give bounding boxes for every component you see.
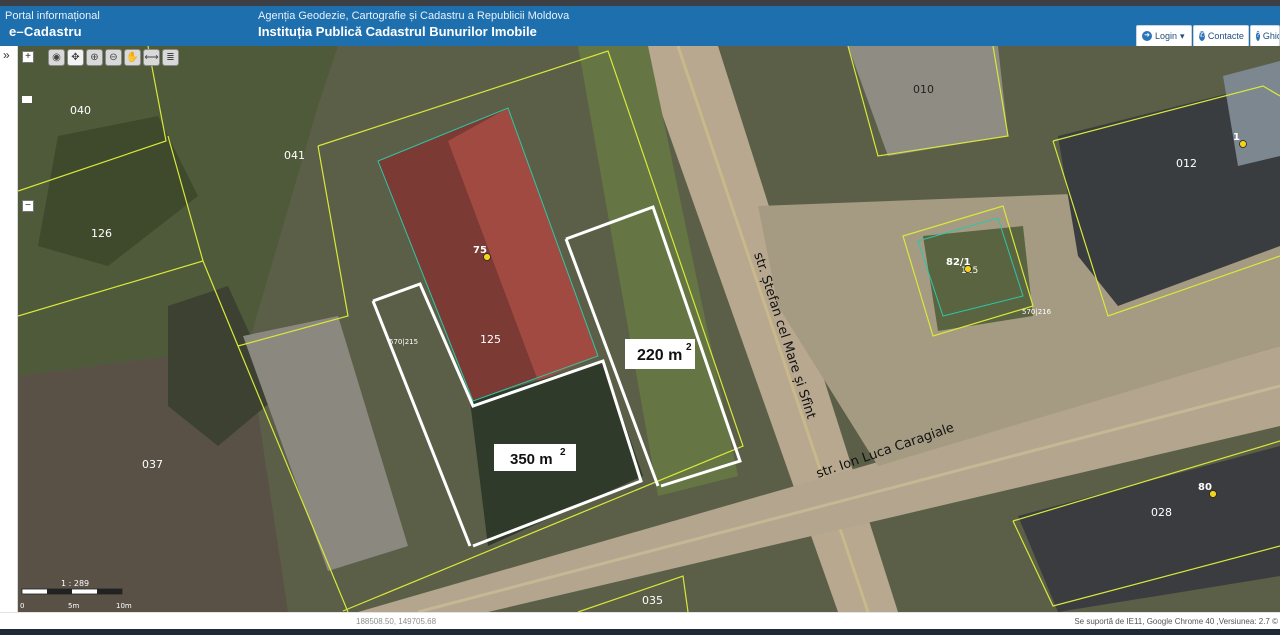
login-button[interactable]: ➜ Login ▾ xyxy=(1136,25,1192,47)
parcel-label-010[interactable]: 010 xyxy=(913,83,934,96)
pan-icon[interactable]: ✥ xyxy=(67,49,84,66)
globe-icon[interactable]: ◉ xyxy=(48,49,65,66)
expand-panel-icon[interactable]: » xyxy=(3,48,10,62)
parcel-label-125[interactable]: 125 xyxy=(480,333,501,346)
area-350-value: 350 m xyxy=(510,451,553,468)
layers-icon[interactable]: ≣ xyxy=(162,49,179,66)
portal-label: Portal informațional xyxy=(5,10,100,22)
aerial-yard-82 xyxy=(923,226,1033,331)
cadastral-code-570215: 570|215 xyxy=(389,338,418,346)
window-bottom-strip xyxy=(0,629,1280,635)
zoom-slider-handle[interactable] xyxy=(22,96,32,103)
scale-tick-5: 5m xyxy=(68,602,79,610)
zoom-out-icon[interactable]: ⊖ xyxy=(105,49,122,66)
left-panel-bar: » xyxy=(0,46,18,612)
area-220-value: 220 m xyxy=(637,347,682,364)
zoom-out-button[interactable]: − xyxy=(22,200,34,212)
status-bar: 188508.50, 149705.68 Se suportă de IE11,… xyxy=(0,612,1280,629)
app-header: Portal informațional e–Cadastru Agenția … xyxy=(0,6,1280,47)
browser-support-note: Se suportă de IE11, Google Chrome 40 ,Ve… xyxy=(1074,617,1278,626)
zoom-in-button[interactable]: + xyxy=(22,51,34,63)
hand-icon[interactable]: ✋ xyxy=(124,49,141,66)
contacts-label: Contacte xyxy=(1207,31,1244,41)
contacts-button[interactable]: ✆ Contacte xyxy=(1193,25,1249,47)
guide-button[interactable]: ? Ghid xyxy=(1250,25,1280,47)
address-label-82: 82/1 xyxy=(946,257,971,268)
address-label-1: 1 xyxy=(1233,132,1240,143)
help-icon: ? xyxy=(1256,31,1260,41)
map-view[interactable]: 220 m 2 350 m 2 040 041 126 037 125 035 … xyxy=(18,46,1280,612)
cursor-coordinates: 188508.50, 149705.68 xyxy=(356,617,437,626)
login-label: Login xyxy=(1155,31,1178,41)
address-label-75: 75 xyxy=(473,245,487,256)
parcel-label-041[interactable]: 041 xyxy=(284,149,305,162)
scale-tick-10: 10m xyxy=(116,602,132,610)
chevron-down-icon: ▾ xyxy=(1180,30,1185,41)
parcel-label-040[interactable]: 040 xyxy=(70,104,91,117)
zoom-in-icon[interactable]: ⊕ xyxy=(86,49,103,66)
scale-bar-seg-2 xyxy=(97,589,122,594)
address-label-80: 80 xyxy=(1198,482,1212,493)
map-canvas[interactable]: 220 m 2 350 m 2 040 041 126 037 125 035 … xyxy=(18,46,1280,612)
scale-ratio: 1 : 289 xyxy=(61,579,89,588)
guide-label: Ghid xyxy=(1262,31,1279,41)
institution-name: Instituția Publică Cadastrul Bunurilor I… xyxy=(258,24,537,39)
parcel-label-037[interactable]: 037 xyxy=(142,458,163,471)
cadastral-code-570216: 570|216 xyxy=(1022,308,1052,316)
scale-bar-seg-1 xyxy=(47,589,72,594)
area-220-exp: 2 xyxy=(686,342,692,353)
phone-icon: ✆ xyxy=(1199,31,1205,41)
area-350-exp: 2 xyxy=(560,447,566,458)
app-name[interactable]: e–Cadastru xyxy=(9,24,82,39)
parcel-label-028[interactable]: 028 xyxy=(1151,506,1172,519)
measure-icon[interactable]: ⟷ xyxy=(143,49,160,66)
parcel-label-126[interactable]: 126 xyxy=(91,227,112,240)
login-icon: ➜ xyxy=(1142,31,1152,41)
address-point-1[interactable] xyxy=(1239,140,1247,148)
scale-tick-0: 0 xyxy=(20,602,24,610)
map-toolbar: ◉ ✥ ⊕ ⊖ ✋ ⟷ ≣ xyxy=(48,49,179,67)
agency-name: Agenția Geodezie, Cartografie și Cadastr… xyxy=(258,10,570,22)
parcel-label-012[interactable]: 012 xyxy=(1176,157,1197,170)
parcel-label-035[interactable]: 035 xyxy=(642,594,663,607)
